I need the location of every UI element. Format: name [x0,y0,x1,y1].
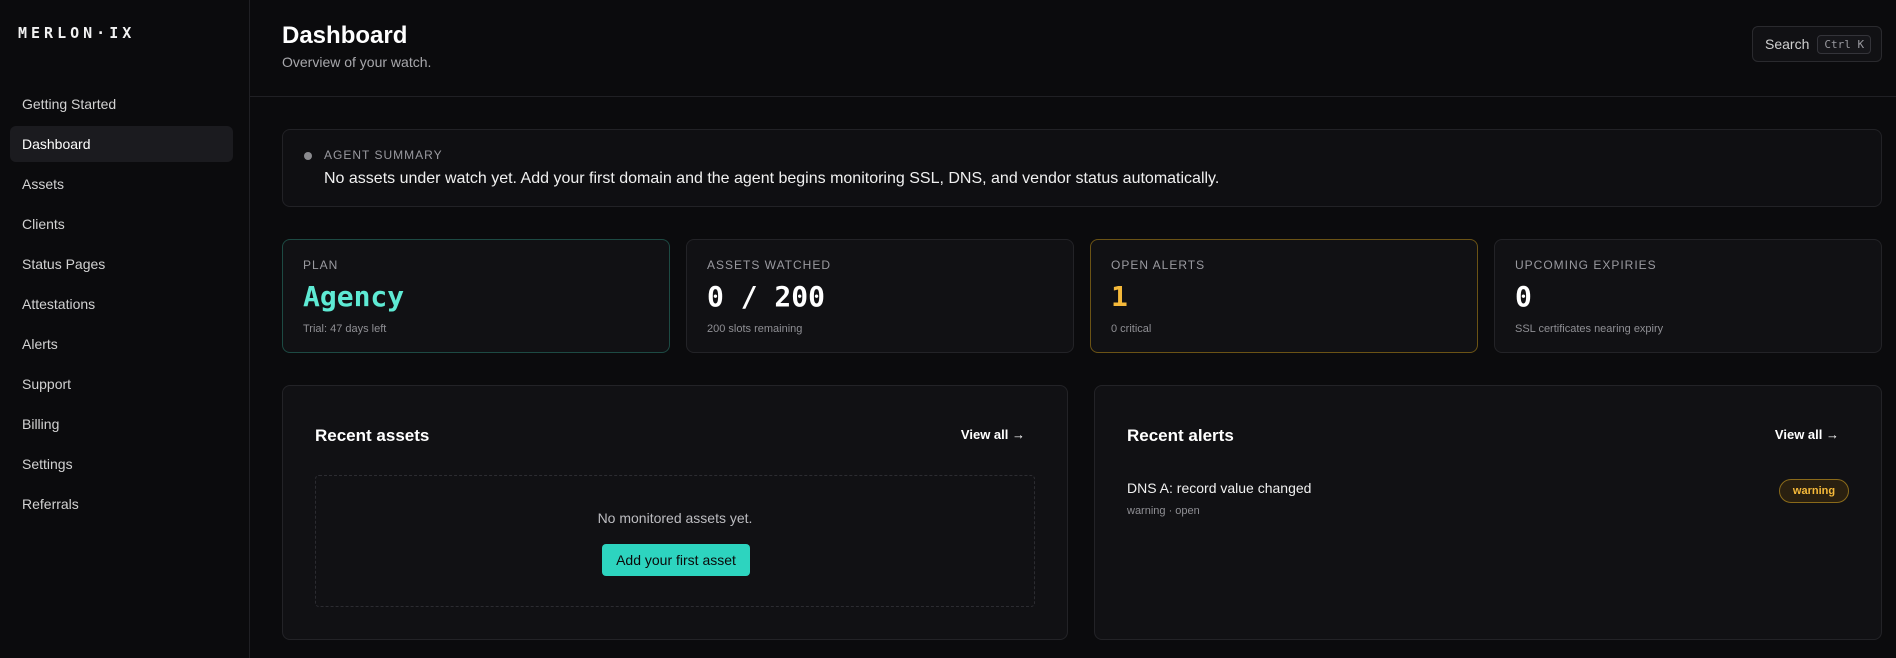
assets-watched-card: ASSETS WATCHED 0 / 200 200 slots remaini… [686,239,1074,353]
page-subtitle: Overview of your watch. [282,54,432,70]
recent-alerts-view-all-link[interactable]: View all → [1775,427,1839,442]
sidebar-item-dashboard[interactable]: Dashboard [10,126,233,162]
plan-sub: Trial: 47 days left [303,323,387,335]
sidebar-item-referrals[interactable]: Referrals [10,486,233,522]
alert-item-meta: warning · open [1127,505,1200,517]
agent-summary-text: No assets under watch yet. Add your firs… [324,170,1220,187]
sidebar-item-getting-started[interactable]: Getting Started [10,86,233,122]
sidebar-item-assets[interactable]: Assets [10,166,233,202]
app-logo[interactable]: MERLON·IX [18,24,135,42]
recent-alerts-panel: Recent alerts View all → DNS A: record v… [1094,385,1882,640]
upcoming-expiries-value: 0 [1515,280,1532,313]
sidebar-item-billing[interactable]: Billing [10,406,233,442]
page-header: Dashboard Overview of your watch. Search… [250,0,1896,97]
open-alerts-card: OPEN ALERTS 1 0 critical [1090,239,1478,353]
assets-watched-label: ASSETS WATCHED [707,258,832,272]
sidebar-item-status-pages[interactable]: Status Pages [10,246,233,282]
recent-assets-title: Recent assets [315,426,430,445]
search-button[interactable]: Search Ctrl K [1752,26,1882,62]
recent-assets-view-all-link[interactable]: View all → [961,427,1025,442]
empty-state-text: No monitored assets yet. [597,510,753,526]
sidebar-nav: Getting Started Dashboard Assets Clients… [10,86,233,526]
search-shortcut: Ctrl K [1817,34,1872,54]
upcoming-expiries-label: UPCOMING EXPIRIES [1515,258,1657,272]
sidebar-item-settings[interactable]: Settings [10,446,233,482]
sidebar-item-clients[interactable]: Clients [10,206,233,242]
agent-summary: AGENT SUMMARY No assets under watch yet.… [282,129,1882,207]
sidebar-item-support[interactable]: Support [10,366,233,402]
plan-label: PLAN [303,258,339,272]
empty-state: No monitored assets yet. Add your first … [315,475,1035,607]
assets-watched-sub: 200 slots remaining [707,323,803,335]
add-first-asset-button[interactable]: Add your first asset [602,544,750,576]
recent-assets-panel: Recent assets View all → No monitored as… [282,385,1068,640]
open-alerts-label: OPEN ALERTS [1111,258,1206,272]
upcoming-expiries-sub: SSL certificates nearing expiry [1515,323,1664,335]
assets-watched-value: 0 / 200 [707,280,826,313]
plan-card: PLAN Agency Trial: 47 days left [282,239,670,353]
search-label: Search [1765,36,1810,52]
status-badge: warning [1779,479,1849,503]
open-alerts-value: 1 [1111,280,1128,313]
agent-summary-label: AGENT SUMMARY [324,148,443,162]
sidebar-item-alerts[interactable]: Alerts [10,326,233,362]
upcoming-expiries-card: UPCOMING EXPIRIES 0 SSL certificates nea… [1494,239,1882,353]
sidebar-item-attestations[interactable]: Attestations [10,286,233,322]
page-title: Dashboard [282,22,408,49]
sidebar: MERLON·IX Getting Started Dashboard Asse… [0,0,250,658]
alert-item-title[interactable]: DNS A: record value changed [1127,480,1311,496]
recent-alerts-title: Recent alerts [1127,426,1234,445]
status-dot-icon [304,152,312,160]
open-alerts-sub: 0 critical [1111,323,1152,335]
plan-value: Agency [303,280,405,313]
